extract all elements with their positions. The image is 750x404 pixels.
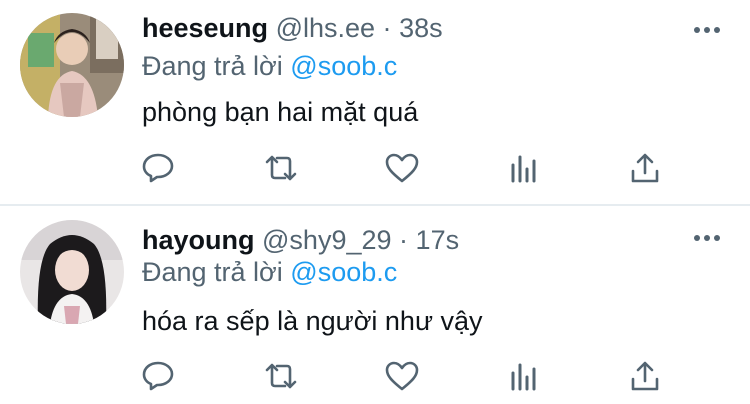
share-button[interactable] — [627, 359, 663, 393]
retweet-icon — [265, 363, 297, 389]
avatar[interactable] — [20, 220, 124, 324]
analytics-icon — [511, 363, 536, 391]
more-options-button[interactable] — [692, 228, 724, 248]
reply-context: Đang trả lời @soob.c — [142, 256, 397, 288]
user-handle[interactable]: @shy9_29 — [262, 225, 392, 255]
share-icon — [631, 361, 659, 391]
timestamp[interactable]: 17s — [416, 225, 460, 255]
retweet-button[interactable] — [263, 359, 299, 393]
tweet[interactable]: hayoung @shy9_29 · 17s Đang trả lời @soo… — [0, 0, 750, 404]
like-icon — [385, 361, 419, 391]
display-name[interactable]: hayoung — [142, 225, 255, 255]
analytics-button[interactable] — [506, 359, 542, 393]
separator-dot: · — [399, 225, 409, 255]
tweet-header: hayoung @shy9_29 · 17s — [142, 224, 459, 256]
more-icon — [694, 235, 720, 241]
reply-icon — [142, 361, 174, 391]
action-bar — [0, 359, 750, 393]
reply-prefix: Đang trả lời — [142, 257, 283, 287]
avatar-photo-icon — [20, 220, 124, 324]
tweet-text: hóa ra sếp là người như vậy — [142, 306, 483, 336]
reply-target-link[interactable]: @soob.c — [290, 257, 397, 287]
like-button[interactable] — [384, 359, 420, 393]
reply-button[interactable] — [140, 359, 176, 393]
